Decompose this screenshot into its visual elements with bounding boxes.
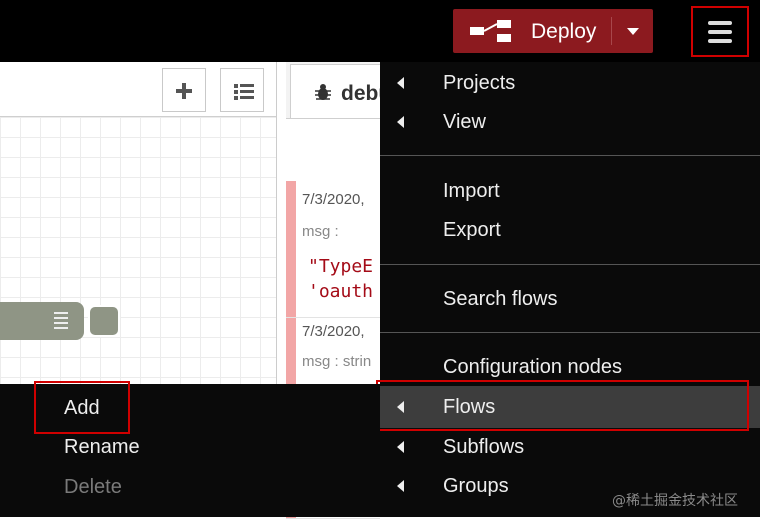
menu-item-label: Export <box>443 219 501 241</box>
menu-item-view[interactable]: View <box>380 103 760 141</box>
message-date: 7/3/2020, <box>302 323 365 340</box>
menu-item-label: Configuration nodes <box>443 356 623 378</box>
submenu-arrow-icon <box>397 116 404 128</box>
menu-divider <box>380 155 760 156</box>
menu-item-label: Search flows <box>443 288 558 310</box>
main-menu: Projects View Import Export Search flows… <box>380 62 760 517</box>
node-output-port[interactable] <box>88 305 120 337</box>
workspace-tabbar <box>0 62 276 117</box>
header-bar: Deploy <box>0 0 760 62</box>
flow-node[interactable] <box>0 302 84 340</box>
list-icon <box>240 96 254 99</box>
hamburger-icon <box>708 39 732 43</box>
menu-item-subflows[interactable]: Subflows <box>380 428 760 466</box>
deploy-dropdown-icon[interactable] <box>627 28 639 35</box>
submenu-item-delete: Delete <box>64 476 122 498</box>
submenu-arrow-icon <box>397 441 404 453</box>
menu-divider <box>380 264 760 265</box>
deploy-button[interactable]: Deploy <box>453 9 653 53</box>
list-icon <box>234 90 238 94</box>
add-highlight-box <box>34 381 130 434</box>
menu-item-label: Subflows <box>443 436 525 458</box>
node-grip-icon <box>54 312 68 332</box>
tab-debug[interactable]: debu <box>290 64 391 118</box>
hamburger-icon <box>708 21 732 25</box>
list-icon <box>240 90 254 93</box>
submenu-arrow-icon <box>397 77 404 89</box>
menu-item-label: Projects <box>443 72 516 94</box>
menu-item-search-flows[interactable]: Search flows <box>380 280 760 318</box>
deploy-label: Deploy <box>531 20 597 43</box>
submenu-arrow-icon <box>397 480 404 492</box>
message-error-marker <box>286 181 296 317</box>
menu-divider <box>380 332 760 333</box>
message-error-text: 'oauth <box>308 281 374 302</box>
menu-item-import[interactable]: Import <box>380 172 760 210</box>
deploy-icon <box>470 20 511 42</box>
list-icon <box>234 96 238 100</box>
debug-message[interactable]: 7/3/2020, msg : "TypeE 'oauth <box>286 181 380 318</box>
message-key: msg : <box>302 223 339 240</box>
menu-item-label: View <box>443 111 486 133</box>
flows-highlight-box <box>376 380 749 431</box>
menu-item-label: Groups <box>443 475 509 497</box>
add-flow-button[interactable] <box>162 68 206 112</box>
bug-icon <box>315 84 331 100</box>
menu-item-projects[interactable]: Projects <box>380 64 760 102</box>
main-menu-button[interactable] <box>691 6 749 57</box>
list-flows-button[interactable] <box>220 68 264 112</box>
hamburger-icon <box>708 30 732 34</box>
submenu-item-rename[interactable]: Rename <box>64 436 140 459</box>
list-icon <box>240 84 254 87</box>
message-error-text: "TypeE <box>308 256 374 277</box>
list-icon <box>234 84 238 88</box>
deploy-separator <box>611 17 612 45</box>
message-date: 7/3/2020, <box>302 191 365 208</box>
menu-item-label: Import <box>443 180 500 202</box>
watermark: @稀土掘金技术社区 <box>612 493 738 509</box>
plus-icon <box>182 83 186 99</box>
message-key: msg : strin <box>302 353 372 370</box>
menu-item-export[interactable]: Export <box>380 211 760 249</box>
